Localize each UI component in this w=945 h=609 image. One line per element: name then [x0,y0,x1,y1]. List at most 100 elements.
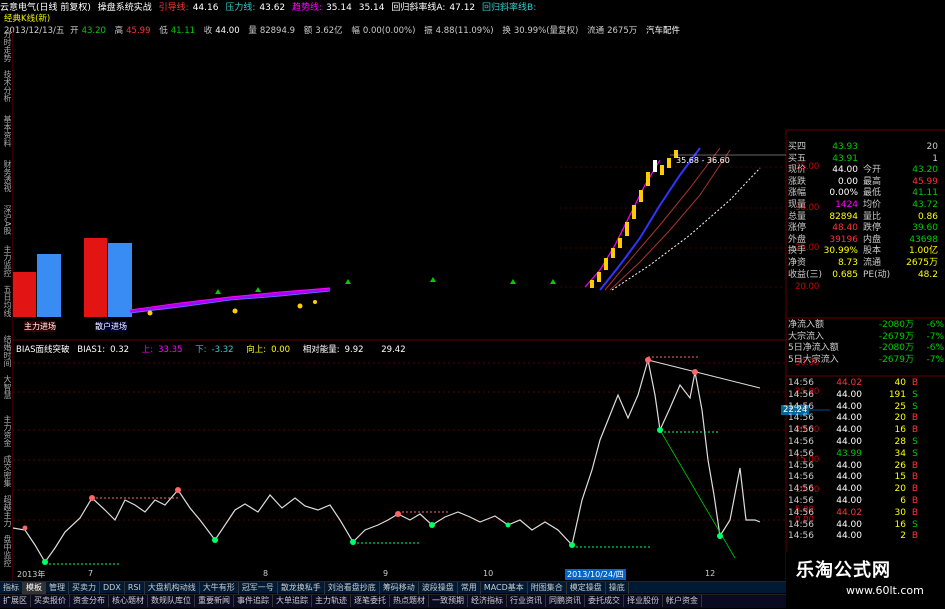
quote-value: 39196 [829,234,858,245]
extension-tab[interactable]: 大单追踪 [273,595,312,607]
indicator-tab[interactable]: RSI [125,582,145,594]
tick-row: 14:56 44.00 28 S [786,437,945,449]
date-label: 7 [88,569,94,578]
sector-value: 汽车配件 [645,26,680,36]
quote-value: 48.40 [832,223,858,234]
indicator-tab[interactable]: 冠军一号 [239,582,278,594]
indicator-tab[interactable]: 模板 [23,582,46,594]
tick-row: 14:56 44.00 26 B [786,461,945,473]
quote-value: 0.685 [832,269,858,280]
indicator-tab[interactable]: 筹码移动 [380,582,419,594]
price-range-box: 35.68 - 36.60 [676,156,730,165]
strip-tab[interactable]: 分时走势 [1,30,12,62]
extension-tab[interactable]: 数规队库位 [148,595,195,607]
kline-label[interactable]: 经典K线(新) [4,12,50,24]
quote-row: 现价 44.00 今开 43.20 [786,165,945,177]
strip-tab[interactable]: 结婚时间 [1,335,12,367]
indicator-name[interactable]: BIAS面线突破 [16,345,70,355]
tick-v: 34 [894,448,906,459]
strip-tab[interactable]: 成交密集 [1,455,12,487]
quote-value: 1424 [835,199,858,210]
turnover-value: 30.99%(量复权) [513,26,579,36]
tick-row: 14:56 44.00 15 B [786,472,945,484]
tick-t: 14:56 [788,436,814,447]
extension-tab[interactable]: 热点题材 [390,595,429,607]
tick-t: 14:56 [788,519,814,530]
indicator-tab[interactable]: 刘治看盘抄底 [325,582,380,594]
ind-label: 相对能量: [302,345,340,355]
quote-label: 总量 [788,211,807,222]
extension-tab[interactable]: 核心题材 [109,595,148,607]
tick-v: 16 [894,425,906,436]
extension-tab[interactable]: 一致预期 [429,595,468,607]
extension-tab[interactable]: 帐户资金 [663,595,702,607]
quote-label: 买五 [788,153,807,164]
strip-tab[interactable]: 盘中监控 [1,535,12,567]
extension-tab[interactable]: 扩展区 [0,595,31,607]
extension-tab[interactable]: 事件追踪 [234,595,273,607]
tick-row: 14:56 44.00 2 B [786,531,945,543]
retail-legend: 散户进场 [95,321,127,332]
quote-panel: 买四 43.93 20 买五 43.91 1 现价 44.00 今开 43.20 涨跌 0.00 最高 4… [786,142,945,281]
strip-tab[interactable]: 五日均线 [1,285,12,317]
indicator-tab[interactable]: 附图集合 [528,582,567,594]
quote-value: 82894 [829,211,858,222]
tick-t: 14:56 [788,507,814,518]
indicator-tab[interactable]: 常用 [458,582,481,594]
flow-label: 5日大宗流入 [788,354,839,365]
indicator-tab[interactable]: 指标 [0,582,23,594]
tick-s: S [912,389,918,400]
strip-tab[interactable]: 大智慧 [1,375,12,399]
quote-value: 43.93 [832,142,858,152]
indicator-tab[interactable]: 操底 [606,582,629,594]
indicator-tab[interactable]: DDX [100,582,125,594]
strip-tab[interactable]: 基本资料 [1,115,12,147]
close-value: 44.00 [215,26,240,36]
quote-label: 收益(三) [788,269,823,280]
tick-t: 14:56 [788,413,814,424]
tick-v: 40 [894,378,906,388]
flow-label: 5日净流入额 [788,343,839,353]
indicator-tab[interactable]: 管理 [46,582,69,594]
tick-list[interactable]: 14:56 44.02 40 B 14:56 44.00 191 S 14:56 44.00 25 S… [786,378,945,543]
tick-row: 14:56 44.00 6 B [786,496,945,508]
extension-tab[interactable]: 择业股份 [624,595,663,607]
bar-date: 2013/12/13/五 [4,26,65,36]
tick-t: 14:56 [788,448,814,459]
site-watermark: 乐淘公式网 www.60lt.com [786,552,945,609]
extension-tab[interactable]: 重要新闻 [195,595,234,607]
indicator-tab[interactable]: 散龙换私手 [278,582,325,594]
extension-tab[interactable]: 买卖报价 [31,595,70,607]
extension-tab[interactable]: 经济指标 [468,595,507,607]
strip-tab[interactable]: 主力资金 [1,415,12,447]
indicator-tab[interactable]: MACD基本 [481,582,528,594]
indicator-tab[interactable]: 模定操盘 [567,582,606,594]
quote-value: 0.00 [837,176,858,187]
change-value: 0.00(0.00%) [362,26,416,36]
indicator-tab[interactable]: 波段操盘 [419,582,458,594]
extension-tab[interactable]: 同鹏资讯 [546,595,585,607]
extension-tab[interactable]: 委托成交 [585,595,624,607]
quote-value: 43.20 [912,165,938,176]
quote-label: 内盘 [863,234,882,245]
tick-t: 14:56 [788,378,814,388]
tick-s: S [912,448,918,459]
indicator-tab[interactable]: 买卖力 [69,582,100,594]
tick-s: B [911,413,919,424]
ind-label: 上: [141,345,154,355]
strip-tab[interactable]: 超越主力 [1,495,12,527]
extension-tab[interactable]: 逐笔委托 [351,595,390,607]
quote-label: 股本 [863,246,882,257]
indicator-tab[interactable]: 大牛有形 [200,582,239,594]
strip-tab[interactable]: 深沪A股 [1,205,12,234]
ohlc-info-bar: 2013/12/13/五 开 43.20 高 45.99 低 41.11 收 44.00… [4,24,683,36]
indicator-tab[interactable]: 大盘机构动线 [145,582,200,594]
extension-tab[interactable]: 资金分布 [70,595,109,607]
extension-tab[interactable]: 行业资讯 [507,595,546,607]
down-value: -3.32 [211,345,234,355]
info-label: 幅 [351,26,360,36]
strip-tab[interactable]: 财务透视 [1,160,12,192]
extension-tab[interactable]: 主力轨迹 [312,595,351,607]
strip-tab[interactable]: 技术分析 [1,70,12,102]
strip-tab[interactable]: 主力监控 [1,245,12,277]
